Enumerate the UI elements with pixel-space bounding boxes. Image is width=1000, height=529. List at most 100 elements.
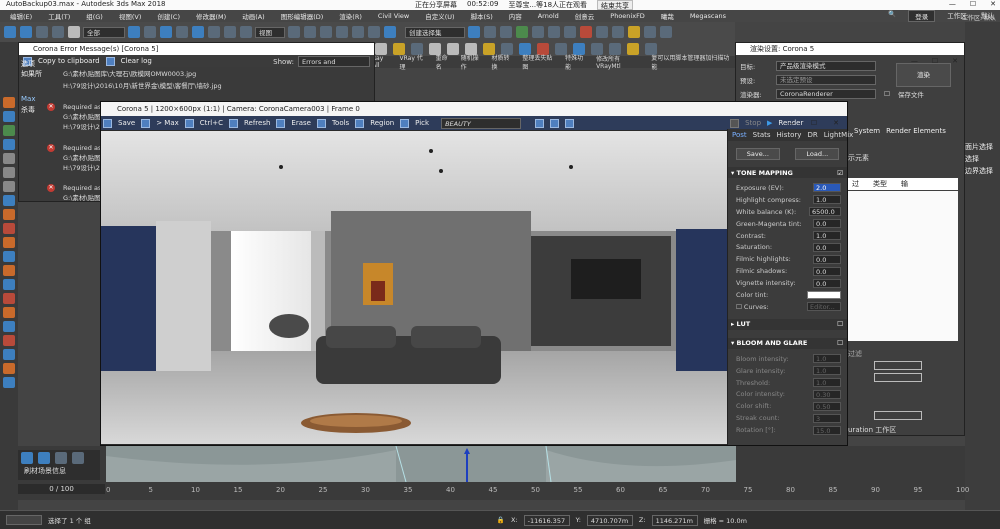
undo-icon[interactable] (4, 26, 16, 38)
snap-icon[interactable] (320, 26, 332, 38)
vfb-pick-button[interactable]: Pick (415, 119, 429, 127)
tab-stats[interactable]: Stats (753, 131, 771, 139)
target-dropdown[interactable]: 产品级渲染模式 (776, 61, 876, 71)
post-load-button[interactable]: Load... (795, 148, 840, 160)
bind-icon[interactable] (68, 26, 80, 38)
script-icon-12[interactable] (3, 363, 15, 374)
param-spinner[interactable]: 1.0 (813, 231, 841, 240)
elements-list[interactable] (848, 191, 958, 341)
search-icon[interactable]: 🔍 (888, 10, 896, 22)
script-button[interactable]: 整理丢失贴图 (522, 53, 558, 71)
menu-item[interactable]: 渲染(R) (339, 11, 362, 21)
close-icon[interactable]: ✕ (833, 116, 839, 130)
zoom-fit-icon[interactable] (565, 118, 575, 128)
param-spinner[interactable]: 0.50 (813, 401, 841, 411)
rect-select-icon[interactable] (160, 26, 172, 38)
keyboard-shortcut-icon[interactable] (304, 26, 316, 38)
coord-x[interactable]: -11616.357 (523, 514, 570, 526)
script-icon-1[interactable] (3, 209, 15, 220)
move-icon[interactable] (192, 26, 204, 38)
select-item[interactable]: 选择 (965, 154, 979, 164)
menu-item[interactable]: 自定义(U) (425, 11, 454, 21)
track-icon[interactable] (38, 452, 50, 464)
script-button[interactable]: 修改所有VRayMtl (596, 54, 644, 70)
percent-snap-icon[interactable] (352, 26, 364, 38)
param-spinner[interactable]: 1.0 (813, 354, 841, 364)
zoom-out-icon[interactable] (550, 118, 560, 128)
render-image[interactable] (101, 131, 727, 444)
menu-item[interactable]: 编辑(E) (10, 11, 32, 21)
spinner-snap-icon[interactable] (368, 26, 380, 38)
script-button[interactable]: VRay 代理 (400, 53, 429, 71)
tab-post[interactable]: Post (732, 131, 747, 139)
stop-share-button[interactable]: 结束共享 (597, 0, 634, 10)
post-save-button[interactable]: Save... (735, 148, 780, 160)
script-icon-6[interactable] (3, 279, 15, 290)
param-spinner[interactable]: 0.0 (813, 254, 841, 264)
param-spinner[interactable]: 1.0 (813, 195, 841, 205)
light-icon[interactable] (375, 43, 387, 55)
maxscript-listener[interactable] (6, 515, 42, 525)
login-dropdown[interactable]: 登录 (908, 10, 936, 22)
select-by-name-icon[interactable] (144, 26, 156, 38)
script-button[interactable]: Ray All (372, 55, 393, 69)
script-icon-8[interactable] (3, 307, 15, 318)
renderer-dropdown[interactable]: CoronaRenderer (776, 89, 876, 99)
place-icon[interactable] (240, 26, 252, 38)
play-icon[interactable] (3, 153, 15, 164)
teapot-icon[interactable] (3, 111, 15, 122)
track-icon[interactable] (55, 452, 67, 464)
script-icon-5[interactable] (3, 265, 15, 276)
script-button[interactable]: 材质转换 (491, 53, 515, 71)
copy-to-clipboard-button[interactable]: Copy to clipboard (38, 57, 100, 65)
bloom-checkbox[interactable]: ☐ (837, 339, 843, 347)
clear-log-button[interactable]: Clear log (121, 57, 152, 65)
material-editor-icon[interactable] (580, 26, 592, 38)
vfb-save-button[interactable]: Save (118, 119, 135, 127)
render-button[interactable]: 渲染 (896, 63, 951, 87)
menu-item[interactable]: 视图(V) (119, 11, 142, 21)
fire-icon[interactable] (3, 97, 15, 108)
frame-counter[interactable]: 0 / 100 (18, 484, 105, 494)
menu-item[interactable]: 内容 (509, 11, 522, 21)
script-icon-11[interactable] (3, 349, 15, 360)
param-spinner[interactable]: 1.0 (813, 378, 841, 388)
show-filter-dropdown[interactable]: Errors and warnings (298, 56, 370, 76)
track-icon[interactable] (72, 452, 84, 464)
tone-mapping-header[interactable]: ▾ TONE MAPPING ☑ (728, 167, 847, 178)
patch-select-item[interactable]: 面片选择 (965, 142, 993, 152)
menu-item[interactable]: PhoenixFD (610, 12, 645, 20)
tab-dr[interactable]: DR (807, 131, 817, 139)
filter-field-2[interactable] (874, 373, 922, 382)
preset-dropdown[interactable]: 未选定预设 (776, 75, 876, 85)
vfb-refresh-button[interactable]: Refresh (244, 119, 270, 127)
redo-icon[interactable] (20, 26, 32, 38)
script-button[interactable]: 随机操作 (461, 53, 485, 71)
edit-named-sel-icon[interactable] (384, 26, 396, 38)
script-button[interactable]: 特殊功能 (565, 53, 589, 71)
vfb-copy-button[interactable]: Ctrl+C (200, 119, 223, 127)
param-spinner[interactable]: 1.0 (813, 366, 841, 376)
curve-editor-icon[interactable] (548, 26, 560, 38)
menu-item[interactable]: 动画(A) (242, 11, 265, 21)
save-file-checkbox[interactable]: ☐ (884, 90, 890, 98)
stop-icon[interactable] (3, 181, 15, 192)
a360-icon[interactable] (660, 26, 672, 38)
tab-lightmix[interactable]: LightMix (824, 131, 854, 139)
window-crossing-icon[interactable] (176, 26, 188, 38)
curves-checkbox[interactable]: ☐ (736, 303, 742, 311)
coord-y[interactable]: 4710.707m (586, 514, 633, 526)
border-select-item[interactable]: 边界选择 (965, 166, 993, 176)
curves-editor-button[interactable]: Editor... (807, 302, 841, 312)
hierarchy-icon[interactable] (3, 139, 15, 150)
menu-item[interactable]: 组(G) (86, 11, 103, 21)
zoom-in-icon[interactable] (535, 118, 545, 128)
rotate-icon[interactable] (208, 26, 220, 38)
track-icon[interactable] (21, 452, 33, 464)
render-production-icon[interactable] (628, 26, 640, 38)
lut-header[interactable]: ▸ LUT ☐ (728, 318, 847, 330)
tab-render-elements[interactable]: Render Elements (886, 127, 946, 135)
vfb-tools-button[interactable]: Tools (332, 119, 349, 127)
rendered-frame-icon[interactable] (612, 26, 624, 38)
script-button[interactable]: 复可以用脚本管理器加扫描功能 (651, 53, 735, 71)
